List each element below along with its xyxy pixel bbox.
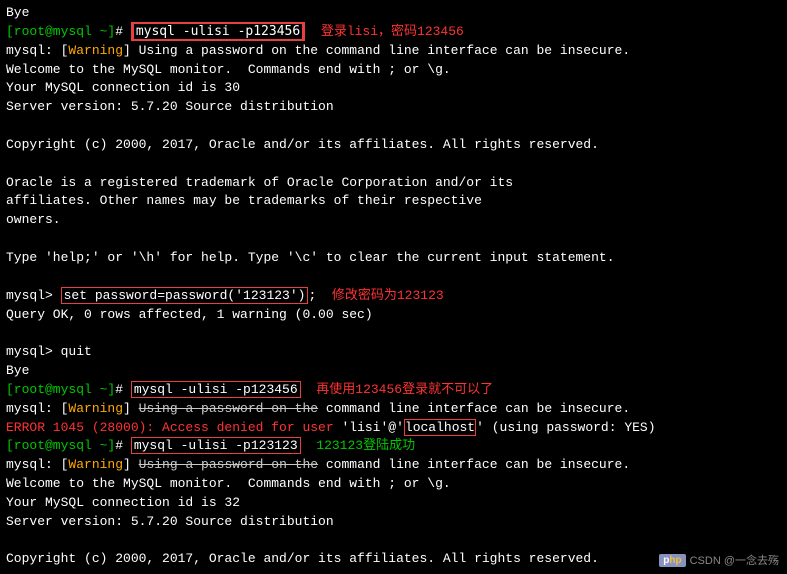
terminal-line: ERROR 1045 (28000): Access denied for us… bbox=[6, 419, 781, 438]
terminal-line: Server version: 5.7.20 Source distributi… bbox=[6, 98, 781, 117]
terminal-line: Welcome to the MySQL monitor. Commands e… bbox=[6, 475, 781, 494]
terminal-line: Server version: 5.7.20 Source distributi… bbox=[6, 513, 781, 532]
terminal-line: owners. bbox=[6, 211, 781, 230]
terminal-line: Your MySQL connection id is 32 bbox=[6, 494, 781, 513]
csdn-label: CSDN @一念去殇 bbox=[690, 552, 779, 568]
terminal-line: mysql: [Warning] Using a password on the… bbox=[6, 400, 781, 419]
terminal-line: Oracle is a registered trademark of Orac… bbox=[6, 174, 781, 193]
terminal-line: mysql> set password=password('123123'); … bbox=[6, 287, 781, 306]
terminal-line bbox=[6, 117, 781, 136]
terminal-line: Your MySQL connection id is 30 bbox=[6, 79, 781, 98]
terminal-line: Bye bbox=[6, 362, 781, 381]
watermark: php CSDN @一念去殇 bbox=[659, 552, 779, 568]
terminal-line: [root@mysql ~]# mysql -ulisi -p123456 再使… bbox=[6, 381, 781, 400]
php-badge: php bbox=[659, 554, 685, 567]
terminal-line: Copyright (c) 2000, 2017, Oracle and/or … bbox=[6, 136, 781, 155]
terminal-line: Type 'help;' or '\h' for help. Type '\c'… bbox=[6, 249, 781, 268]
terminal-line: Bye bbox=[6, 4, 781, 23]
terminal-line bbox=[6, 155, 781, 174]
terminal-line: [root@mysql ~]# mysql -ulisi -p123456 登录… bbox=[6, 23, 781, 42]
terminal-line bbox=[6, 324, 781, 343]
terminal-line: mysql: [Warning] Using a password on the… bbox=[6, 456, 781, 475]
terminal-window: Bye [root@mysql ~]# mysql -ulisi -p12345… bbox=[0, 0, 787, 574]
terminal-line: Query OK, 0 rows affected, 1 warning (0.… bbox=[6, 306, 781, 325]
terminal-line bbox=[6, 230, 781, 249]
terminal-line: mysql: [Warning] Using a password on the… bbox=[6, 42, 781, 61]
terminal-line bbox=[6, 268, 781, 287]
terminal-line bbox=[6, 532, 781, 551]
terminal-line: Welcome to the MySQL monitor. Commands e… bbox=[6, 61, 781, 80]
terminal-line: affiliates. Other names may be trademark… bbox=[6, 192, 781, 211]
terminal-line: mysql> quit bbox=[6, 343, 781, 362]
terminal-line bbox=[6, 569, 781, 574]
terminal-line: [root@mysql ~]# mysql -ulisi -p123123 12… bbox=[6, 437, 781, 456]
